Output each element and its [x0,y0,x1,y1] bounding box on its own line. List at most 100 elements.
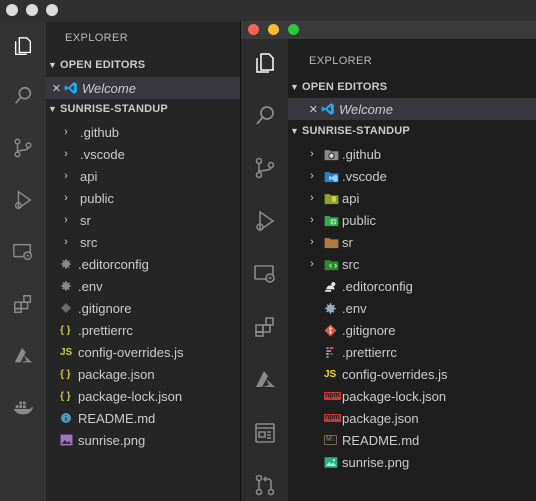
front-activity-bar [241,39,288,501]
search-icon[interactable] [241,100,288,132]
docker-icon[interactable] [0,392,46,424]
folder-vscode[interactable]: › .vscode [288,165,536,187]
file-gitignore[interactable]: .gitignore [288,319,536,341]
front-maximize-dot[interactable] [288,24,299,35]
chevron-right-icon: › [310,148,314,160]
back-close-dot[interactable] [6,4,18,16]
file-env[interactable]: .env [288,297,536,319]
folder-label: .github [80,124,120,140]
explorer-icon[interactable] [241,47,288,79]
folder-label: sr [342,234,353,250]
close-icon[interactable]: ✕ [288,103,321,116]
front-explorer-sidebar: EXPLORER ▼ OPEN EDITORS ✕ Welcome ▼ SUNRIS… [288,39,536,501]
folder-label: src [342,256,360,272]
extensions-icon[interactable] [241,311,288,343]
source-control-icon[interactable] [0,132,46,164]
chevron-right-icon: › [310,170,314,182]
back-activity-bar [0,22,46,501]
folder-label: api [80,168,98,184]
chevron-right-icon: › [310,258,314,270]
chevron-right-icon: › [64,148,68,160]
search-icon[interactable] [0,80,46,112]
run-debug-icon[interactable] [0,184,46,216]
file-prettierrc[interactable]: .prettierrc [288,341,536,363]
npm-icon: npm [324,414,341,422]
folder-api[interactable]: › api [288,187,536,209]
explorer-title: EXPLORER [309,55,373,67]
front-window: EXPLORER ▼ OPEN EDITORS ✕ Welcome ▼ SUNRIS… [240,21,536,501]
run-debug-icon[interactable] [241,205,288,237]
file-label: .env [78,278,103,294]
file-configoverridesjs[interactable]: JS config-overrides.js [288,363,536,385]
front-close-dot[interactable] [248,24,259,35]
braces-icon: { } [60,368,71,380]
open-editors-label: OPEN EDITORS [60,59,146,71]
open-editors-label: OPEN EDITORS [302,81,388,93]
file-packagelockjson[interactable]: npm package-lock.json [288,385,536,407]
file-sunrisepng[interactable]: sunrise.png [288,451,536,473]
gear-icon [60,280,78,292]
file-label: .editorconfig [78,256,149,272]
file-label: package.json [342,410,419,426]
azure-icon[interactable] [241,364,288,396]
folder-icon [324,258,342,271]
remote-explorer-icon[interactable] [241,258,288,290]
close-icon[interactable]: ✕ [46,82,64,95]
file-label: config-overrides.js [78,344,184,360]
project-label: SUNRISE-STANDUP [302,125,410,137]
markdown-icon: M↓ [324,435,338,445]
folder-label: .github [342,146,382,162]
file-label: config-overrides.js [342,366,448,382]
project-label: SUNRISE-STANDUP [60,103,168,115]
back-minimize-dot[interactable] [26,4,38,16]
vscode-icon [321,102,339,116]
folder-label: api [342,190,360,206]
gear-icon [324,302,342,315]
folder-label: src [80,234,98,250]
js-icon: JS [60,346,73,358]
vscode-icon [64,81,82,95]
file-label: .env [342,300,367,316]
explorer-icon[interactable] [0,30,46,62]
folder-icon [324,214,342,227]
file-label: .prettierrc [342,344,397,360]
open-editor-welcome[interactable]: ✕ Welcome [288,98,536,120]
folder-label: sr [80,212,91,228]
file-READMEmd[interactable]: M↓ README.md [288,429,536,451]
folder-icon [324,236,342,249]
folder-github[interactable]: › .github [288,143,536,165]
file-label: .gitignore [78,300,132,316]
git-icon [324,324,342,337]
front-titlebar [241,21,536,39]
prettier-icon [324,346,342,359]
image-icon [324,456,342,469]
project-header[interactable]: ▼ SUNRISE-STANDUP [290,125,410,137]
back-maximize-dot[interactable] [46,4,58,16]
open-editors-header[interactable]: ▼ OPEN EDITORS [290,81,387,93]
remote-explorer-icon[interactable] [0,236,46,268]
source-control-icon[interactable] [241,152,288,184]
file-packagejson[interactable]: npm package.json [288,407,536,429]
folder-sr[interactable]: › sr [288,231,536,253]
chevron-right-icon: › [310,192,314,204]
chevron-down-icon: ▼ [290,126,300,136]
chevron-right-icon: › [310,214,314,226]
image-icon [60,434,78,446]
chevron-down-icon: ▼ [48,104,58,114]
open-editors-header[interactable]: ▼ OPEN EDITORS [48,59,145,71]
file-label: README.md [342,432,420,448]
file-label: .prettierrc [78,322,133,338]
file-label: sunrise.png [78,432,146,448]
back-titlebar [0,0,536,22]
folder-public[interactable]: › public [288,209,536,231]
document-panel-icon[interactable] [241,417,288,449]
extensions-icon[interactable] [0,288,46,320]
azure-icon[interactable] [0,340,46,372]
file-editorconfig[interactable]: .editorconfig [288,275,536,297]
pull-requests-icon[interactable] [241,469,288,501]
project-header[interactable]: ▼ SUNRISE-STANDUP [48,103,168,115]
front-minimize-dot[interactable] [268,24,279,35]
chevron-down-icon: ▼ [290,82,300,92]
folder-src[interactable]: › src [288,253,536,275]
braces-icon: { } [60,324,71,336]
